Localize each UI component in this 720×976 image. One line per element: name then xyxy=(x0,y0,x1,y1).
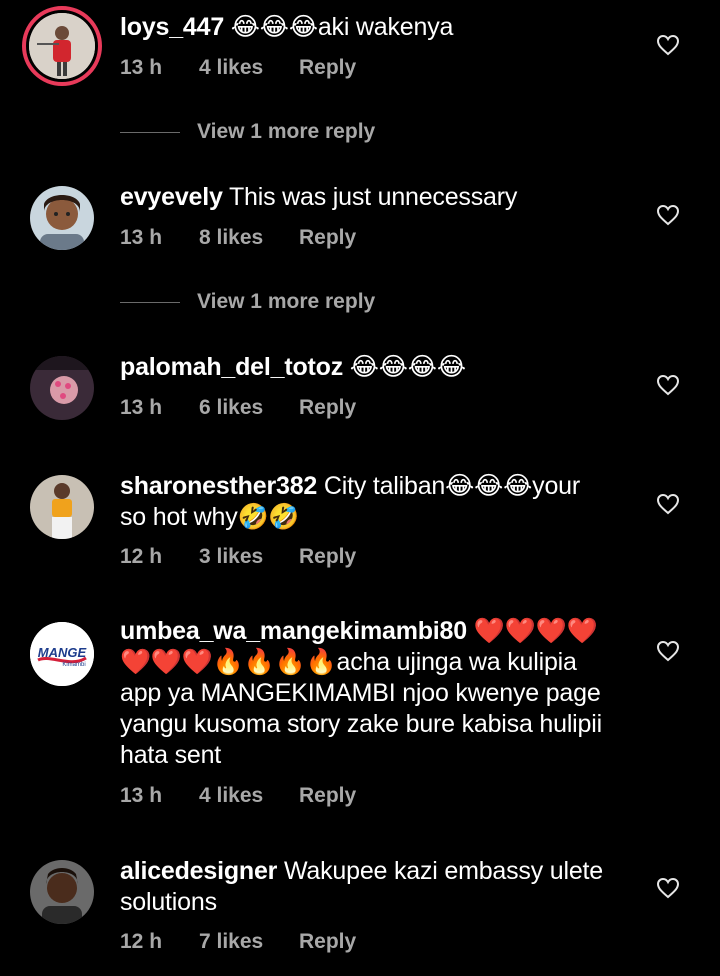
comment-username[interactable]: umbea_wa_mangekimambi80 xyxy=(120,617,467,645)
comment-likes[interactable]: 4 likes xyxy=(199,784,263,808)
comment-body: 😂😂😂aki wakenya xyxy=(230,13,454,41)
comment-time: 13 h xyxy=(120,56,163,79)
comment-body: yangu kusoma story zake bure kabisa huli… xyxy=(120,710,602,738)
comment-body: ❤️❤️❤️🔥🔥🔥🔥acha ujinga wa kulipia xyxy=(120,648,577,676)
avatar[interactable] xyxy=(30,860,94,924)
comment-text: loys_447 😂😂😂aki wakenya xyxy=(120,12,620,43)
reply-button[interactable]: Reply xyxy=(299,226,356,250)
heart-icon[interactable] xyxy=(656,640,680,662)
comment-time: 13 h xyxy=(120,226,163,249)
comment-likes[interactable]: 3 likes xyxy=(199,545,263,569)
comment-line: umbea_wa_mangekimambi80 ❤️❤️❤️❤️ xyxy=(120,616,620,647)
avatar-image xyxy=(30,356,94,420)
comment-likes[interactable]: 4 likes xyxy=(199,56,263,80)
reply-button[interactable]: Reply xyxy=(299,545,356,569)
comment-username[interactable]: sharonesther382 xyxy=(120,472,317,500)
heart-icon[interactable] xyxy=(656,374,680,396)
comment-time: 12 h xyxy=(120,545,163,568)
comment-body: solutions xyxy=(120,888,217,916)
avatar[interactable] xyxy=(30,186,94,250)
avatar-image: MANGE Kimambi xyxy=(30,622,94,686)
avatar[interactable]: MANGE Kimambi xyxy=(30,622,94,686)
comment-line: sharonesther382 City taliban😂😂😂your xyxy=(120,471,620,502)
comment-text: alicedesigner Wakupee kazi embassy ulete… xyxy=(120,856,620,918)
avatar-image xyxy=(30,186,94,250)
comment-text: sharonesther382 City taliban😂😂😂your so h… xyxy=(120,471,620,533)
divider xyxy=(120,132,180,133)
comment-time: 13 h xyxy=(120,784,163,807)
comment-body: 😂😂😂😂 xyxy=(349,353,466,381)
reply-button[interactable]: Reply xyxy=(299,56,356,80)
comment-time: 13 h xyxy=(120,396,163,419)
comment-body: so hot why🤣🤣 xyxy=(120,503,300,531)
comment-username[interactable]: alicedesigner xyxy=(120,857,277,885)
avatar-logo-subtext: Kimambi xyxy=(62,662,85,668)
avatar-image xyxy=(29,13,95,79)
heart-icon[interactable] xyxy=(656,493,680,515)
comment-text: palomah_del_totoz 😂😂😂😂 xyxy=(120,352,620,383)
heart-icon[interactable] xyxy=(656,34,680,56)
view-more-replies-label[interactable]: View 1 more reply xyxy=(197,120,375,144)
comment-username[interactable]: evyevely xyxy=(120,183,223,211)
avatar-image xyxy=(30,860,94,924)
comment-likes[interactable]: 7 likes xyxy=(199,930,263,954)
comment-username[interactable]: loys_447 xyxy=(120,13,224,41)
reply-button[interactable]: Reply xyxy=(299,930,356,954)
comment-likes[interactable]: 6 likes xyxy=(199,396,263,420)
comment-body: City taliban😂😂😂your xyxy=(323,472,580,500)
comment-line: alicedesigner Wakupee kazi embassy ulete xyxy=(120,856,620,887)
avatar-image xyxy=(30,475,94,539)
avatar-logo-text: MANGE xyxy=(38,645,87,660)
reply-button[interactable]: Reply xyxy=(299,396,356,420)
avatar xyxy=(29,13,95,79)
comment-username[interactable]: palomah_del_totoz xyxy=(120,353,343,381)
comment-likes[interactable]: 8 likes xyxy=(199,226,263,250)
comment-body: app ya MANGEKIMAMBI njoo kwenye page xyxy=(120,679,601,707)
reply-button[interactable]: Reply xyxy=(299,784,356,808)
avatar[interactable] xyxy=(30,475,94,539)
heart-icon[interactable] xyxy=(656,204,680,226)
comment-body: ❤️❤️❤️❤️ xyxy=(473,617,598,645)
divider xyxy=(120,302,180,303)
comment-time: 12 h xyxy=(120,930,163,953)
comment-body: Wakupee kazi embassy ulete xyxy=(283,857,603,885)
comment-text: umbea_wa_mangekimambi80 ❤️❤️❤️❤️ ❤️❤️❤️🔥… xyxy=(120,616,620,771)
view-more-replies-label[interactable]: View 1 more reply xyxy=(197,290,375,314)
comment-body: hata sent xyxy=(120,741,222,769)
heart-icon[interactable] xyxy=(656,877,680,899)
comment-text: evyevely This was just unnecessary xyxy=(120,182,620,213)
comment-body: This was just unnecessary xyxy=(228,183,518,211)
avatar[interactable] xyxy=(30,356,94,420)
avatar-story-ring[interactable] xyxy=(22,6,102,86)
